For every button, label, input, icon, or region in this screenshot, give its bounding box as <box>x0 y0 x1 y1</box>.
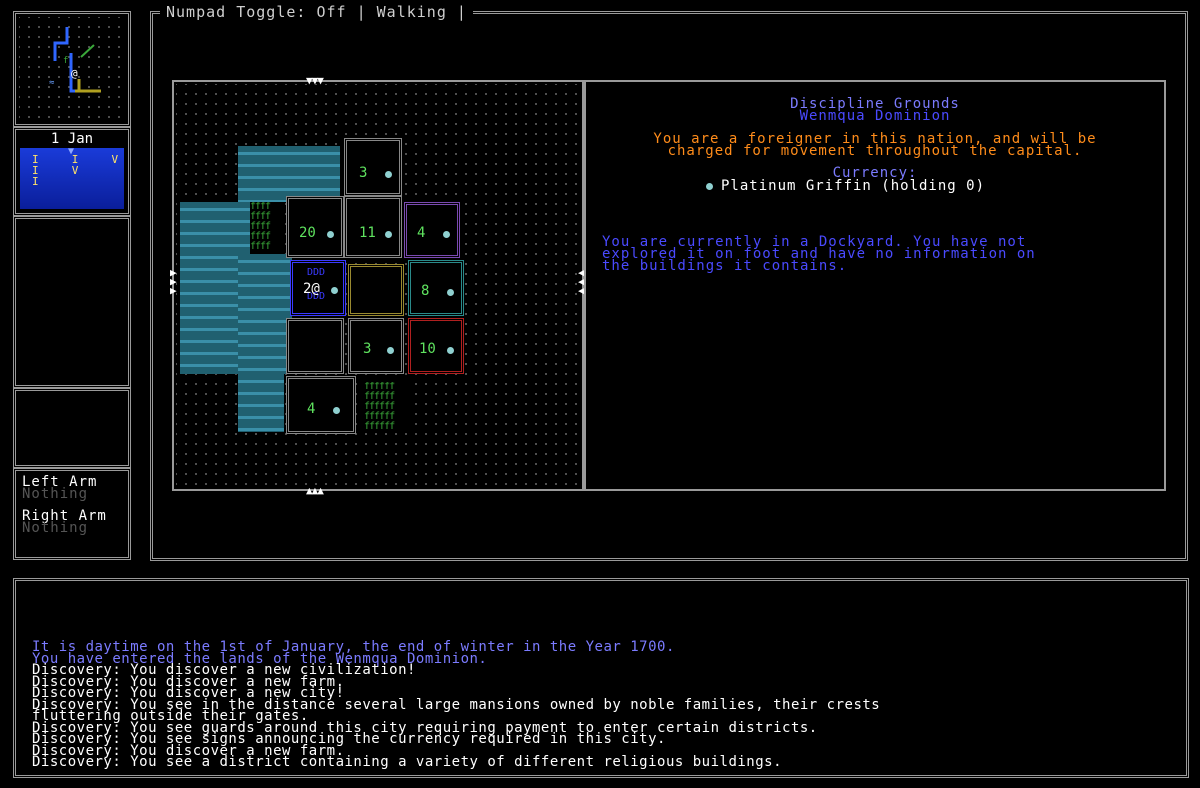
foreigner-warning-line2: charged for movement throughout the capi… <box>667 143 1083 159</box>
building-number: 2@ <box>303 281 320 297</box>
building-marker-icon <box>387 347 394 354</box>
currency-coin-icon <box>706 183 713 190</box>
scroll-down-arrow-icon[interactable]: ▲▲▲ <box>306 485 324 496</box>
building-marker-icon <box>385 171 392 178</box>
water-area-4 <box>238 202 250 254</box>
building-empty-left[interactable] <box>286 318 344 374</box>
building-marker-icon <box>327 231 334 238</box>
building-4a[interactable]: 4 <box>404 202 460 258</box>
right-arm-value: Nothing <box>22 520 89 536</box>
scroll-right-arrow-icon[interactable]: ◀ ◀ ◀ <box>578 267 585 296</box>
side-panel-empty-1 <box>13 216 131 388</box>
currency-value: Platinum Griffin (holding 0) <box>721 178 986 194</box>
map-grid[interactable]: ffff ffff ffff ffff ffff ffffff ffffff ffffff f… <box>176 84 580 487</box>
building-marker-icon <box>385 231 392 238</box>
building-marker-icon <box>447 289 454 296</box>
calendar-date: 1 Jan <box>50 131 94 147</box>
building-2-player[interactable]: DDD DDD 2@ <box>290 260 346 316</box>
map-panel: ffff ffff ffff ffff ffff ffffff ffffff ffffff f… <box>170 75 585 496</box>
water-area-1 <box>238 146 340 202</box>
farm-field-1: ffff ffff ffff ffff ffff <box>250 202 284 254</box>
building-11[interactable]: 11 <box>344 196 402 258</box>
building-marker-icon <box>443 231 450 238</box>
location-subtitle: Wenmqua Dominion <box>799 108 951 124</box>
water-area-3 <box>238 254 284 432</box>
currency-row: Platinum Griffin (holding 0) <box>706 178 985 194</box>
building-number: 10 <box>419 341 436 357</box>
scroll-up-arrow-icon[interactable]: ▼▼▼ <box>306 75 324 86</box>
status-bar: Numpad Toggle: Off | Walking | <box>160 3 473 21</box>
svg-text:≈: ≈ <box>49 78 55 88</box>
building-3b[interactable]: 3 <box>348 318 404 374</box>
building-number: 8 <box>421 283 430 299</box>
building-number: 3 <box>363 341 372 357</box>
building-number: 4 <box>417 225 426 241</box>
farm-field-2: ffffff ffffff ffffff ffffff ffffff <box>364 382 410 432</box>
svg-text:@: @ <box>71 67 78 80</box>
building-number: 20 <box>299 225 316 241</box>
calendar-bar[interactable]: ▼ I I V I V I <box>20 146 124 209</box>
svg-text:f: f <box>63 56 68 66</box>
minimap-drawing: @ ≈ f <box>49 27 101 93</box>
scroll-left-arrow-icon[interactable]: ▶ ▶ ▶ <box>170 267 177 296</box>
info-panel: Discipline Grounds Wenmqua Dominion You … <box>584 80 1166 491</box>
left-arm-value: Nothing <box>22 486 89 502</box>
building-number: 3 <box>359 165 368 181</box>
building-number: 4 <box>307 401 316 417</box>
building-top[interactable]: 3 <box>344 138 402 196</box>
building-number: 11 <box>359 225 376 241</box>
building-4b[interactable]: 4 <box>286 376 356 434</box>
side-panel-empty-2 <box>13 388 131 468</box>
building-20[interactable]: 20 <box>286 196 344 258</box>
dockyard-info: You are currently in a Dockyard. You hav… <box>602 235 1036 273</box>
building-marker-icon <box>447 347 454 354</box>
minimap-panel: @ ≈ f <box>13 11 131 127</box>
building-8[interactable]: 8 <box>408 260 464 316</box>
log-line: Discovery: You see a district containing… <box>32 754 783 770</box>
building-yellow[interactable] <box>348 264 404 316</box>
minimap[interactable]: @ ≈ f <box>19 17 125 121</box>
calendar-panel: 1 Jan ▼ I I V I V I <box>13 127 131 216</box>
message-log: It is daytime on the 1st of January, the… <box>32 640 1172 770</box>
equipment-panel: Left Arm Nothing Right Arm Nothing <box>13 468 131 560</box>
calendar-glyphs: I I V I V I <box>32 153 119 188</box>
building-marker-icon <box>331 287 338 294</box>
building-10[interactable]: 10 <box>408 318 464 374</box>
water-area-2 <box>180 202 238 374</box>
building-marker-icon <box>333 407 340 414</box>
